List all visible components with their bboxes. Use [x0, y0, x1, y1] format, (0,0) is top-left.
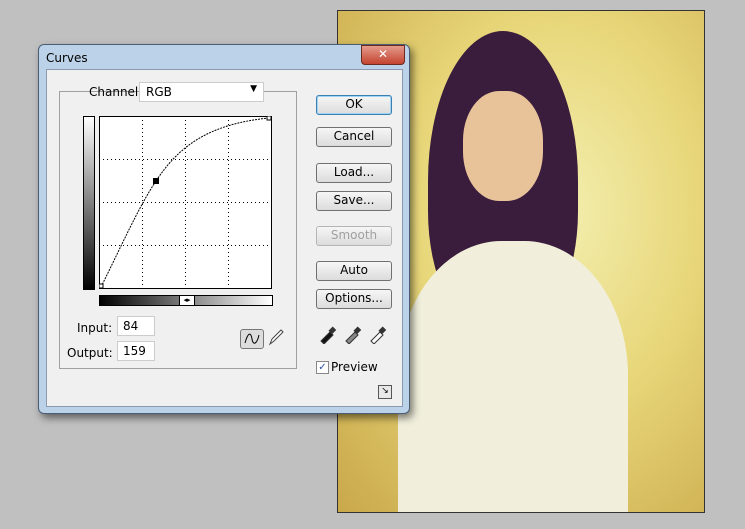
cancel-button[interactable]: Cancel [316, 127, 392, 147]
output-label: Output: [67, 346, 113, 360]
channel-select[interactable]: RGB ▼ [139, 82, 264, 102]
channel-value: RGB [146, 85, 172, 99]
pencil-icon[interactable] [267, 327, 285, 350]
curve-point [99, 283, 104, 289]
dialog-title: Curves [46, 51, 88, 65]
channel-label: Channel: [89, 85, 143, 99]
curve-tool-icon[interactable] [240, 329, 264, 349]
close-button[interactable]: ✕ [361, 45, 405, 65]
ok-button[interactable]: OK [316, 95, 392, 115]
output-gradient-bar [83, 116, 95, 290]
gray-eyedropper-icon[interactable] [345, 326, 362, 344]
black-eyedropper-icon[interactable] [320, 326, 337, 344]
toggle-gradient-icon[interactable]: ◂▸ [179, 295, 195, 306]
preview-label: Preview [331, 360, 378, 374]
save-button[interactable]: Save... [316, 191, 392, 211]
options-button[interactable]: Options... [316, 289, 392, 309]
curve-point [266, 116, 272, 121]
chevron-down-icon: ▼ [250, 84, 257, 94]
input-field[interactable]: 84 [117, 316, 155, 336]
auto-button[interactable]: Auto [316, 261, 392, 281]
expand-icon[interactable]: ↘ [378, 385, 392, 399]
output-field[interactable]: 159 [117, 341, 155, 361]
smooth-button[interactable]: Smooth [316, 226, 392, 246]
curve-graph[interactable] [99, 116, 273, 290]
input-label: Input: [77, 321, 113, 335]
preview-checkbox[interactable]: ✓ [316, 361, 329, 374]
curve-point [153, 178, 159, 184]
white-eyedropper-icon[interactable] [370, 326, 387, 344]
load-button[interactable]: Load... [316, 163, 392, 183]
curves-dialog: Curves ✕ Channel: RGB ▼ ◂▸ Input: 84 Outp… [38, 44, 410, 414]
